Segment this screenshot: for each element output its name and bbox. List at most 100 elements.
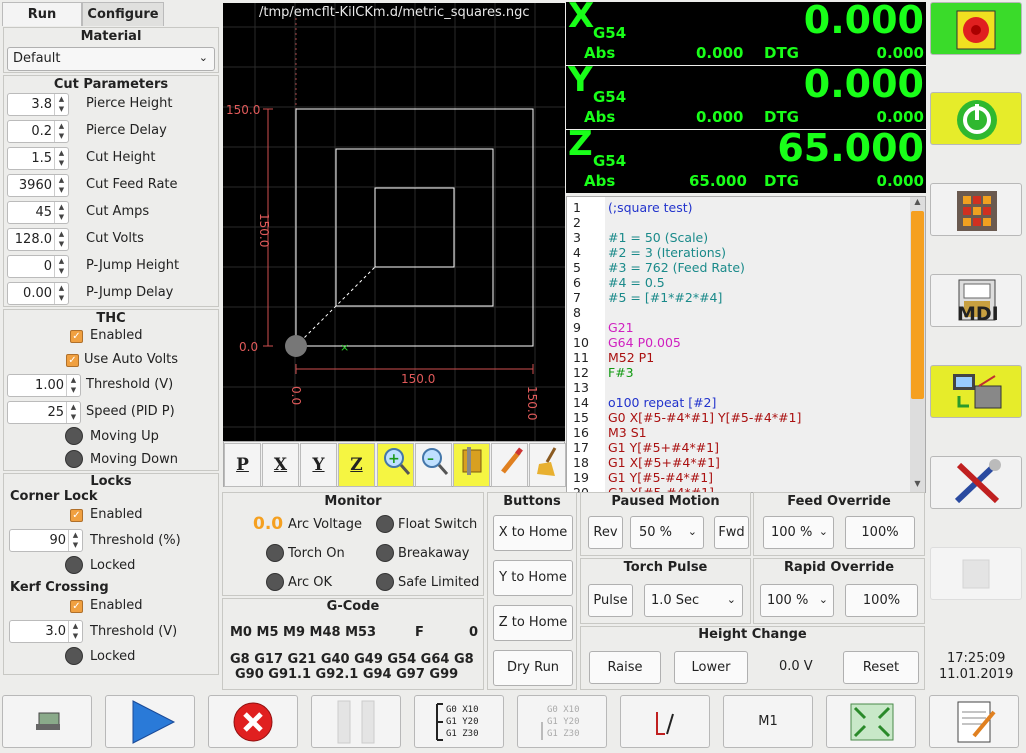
jog-button[interactable]	[930, 183, 1022, 236]
gcode-line[interactable]: G0 X[#5-#4*#1] Y[#5-#4*#1]	[608, 410, 801, 425]
optional-skip-button[interactable]	[620, 695, 710, 748]
estop-button[interactable]	[930, 2, 1022, 55]
mdi-button[interactable]: MDI	[930, 274, 1022, 327]
spinner-icon[interactable]: ▲ ▼	[54, 148, 68, 169]
scroll-down-icon[interactable]: ▼	[910, 479, 925, 492]
z-home-button[interactable]: Z to Home	[493, 605, 573, 641]
step-button[interactable]: G0 X10 G1 Y20 G1 Z30	[414, 695, 504, 748]
cut-param-input[interactable]: 3960 ▲ ▼	[7, 174, 69, 197]
power-button[interactable]	[930, 92, 1022, 145]
toolpath-preview[interactable]: 150.0 0.0 150.0 150.0 0.0 150.0 × /tmp/e…	[223, 3, 565, 441]
view-x-button[interactable]: X	[262, 443, 299, 487]
run-from-line-button[interactable]: G0 X10 G1 Y20 G1 Z30	[517, 695, 607, 748]
auto-volts-checkbox[interactable]: ✓	[66, 354, 79, 367]
gcode-line-number: 14	[573, 395, 589, 410]
tab-run[interactable]: Run	[2, 2, 82, 26]
feed-override-select[interactable]: 100 % ⌄	[763, 516, 834, 549]
cut-param-input[interactable]: 128.0 ▲ ▼	[7, 228, 69, 251]
gcode-line[interactable]: #5 = [#1*#2*#4]	[608, 290, 722, 305]
view-z-button[interactable]: Z	[338, 443, 375, 487]
pencil-button[interactable]	[491, 443, 528, 487]
edit-file-button[interactable]	[929, 695, 1019, 748]
gcode-scrollbar[interactable]: ▲ ▼	[910, 197, 925, 492]
run-button[interactable]	[105, 695, 195, 748]
thc-enabled-checkbox[interactable]: ✓	[70, 330, 83, 343]
gcode-text[interactable]: (;square test) #1 = 50 (Scale) #2 = 3 (Ite…	[605, 197, 910, 492]
pulse-time-select[interactable]: 1.0 Sec ⌄	[644, 584, 743, 617]
gcode-line[interactable]: G1 Y[#5+#4*#1]	[608, 440, 719, 455]
gcode-line[interactable]: G64 P0.005	[608, 335, 681, 350]
machine-button[interactable]	[930, 365, 1022, 418]
spinner-icon[interactable]: ▲ ▼	[54, 121, 68, 142]
fullscreen-button[interactable]	[826, 695, 916, 748]
gcode-line[interactable]: o100 repeat [#2]	[608, 395, 716, 410]
height-reset-button[interactable]: Reset	[843, 651, 919, 684]
x-home-button[interactable]: X to Home	[493, 515, 573, 551]
y-home-button[interactable]: Y to Home	[493, 560, 573, 596]
spinner-icon[interactable]: ▲ ▼	[54, 202, 68, 223]
rev-button[interactable]: Rev	[588, 516, 623, 549]
spinner-icon[interactable]: ▲ ▼	[54, 256, 68, 277]
stop-button[interactable]	[208, 695, 298, 748]
pulse-button[interactable]: Pulse	[588, 584, 633, 617]
cut-param-input[interactable]: 45 ▲ ▼	[7, 201, 69, 224]
fwd-button[interactable]: Fwd	[714, 516, 749, 549]
optional-stop-button[interactable]: M1	[723, 695, 813, 748]
pause-button[interactable]	[311, 695, 401, 748]
thc-speed-input[interactable]: 25 ▲ ▼	[7, 401, 81, 424]
kerf-enabled-checkbox[interactable]: ✓	[70, 600, 83, 613]
kerf-threshold-input[interactable]: 3.0 ▲ ▼	[9, 620, 83, 643]
spinner-icon[interactable]: ▲ ▼	[68, 621, 82, 642]
rapid-override-select[interactable]: 100 % ⌄	[760, 584, 834, 617]
raise-button[interactable]: Raise	[589, 651, 661, 684]
cut-param-input[interactable]: 0 ▲ ▼	[7, 255, 69, 278]
gcode-line[interactable]: M3 S1	[608, 425, 647, 440]
gcode-scroll-thumb[interactable]	[911, 211, 924, 399]
paused-speed-select[interactable]: 50 % ⌄	[630, 516, 704, 549]
scroll-up-icon[interactable]: ▲	[910, 197, 925, 210]
material-select[interactable]: Default ⌄	[7, 47, 215, 71]
corner-enabled-checkbox[interactable]: ✓	[70, 509, 83, 522]
gcode-line[interactable]: M52 P1	[608, 350, 654, 365]
view-p-button[interactable]: P	[224, 443, 261, 487]
view-y-button[interactable]: Y	[300, 443, 337, 487]
gcode-line[interactable]: G1 X[#5+#4*#1]	[608, 455, 720, 470]
cut-param-value: 128.0	[14, 232, 52, 247]
gcode-line[interactable]: G1 Y[#5-#4*#1]	[608, 470, 713, 485]
spinner-icon[interactable]: ▲ ▼	[54, 94, 68, 115]
rapid-reset-button[interactable]: 100%	[845, 584, 918, 617]
clear-button[interactable]	[529, 443, 566, 487]
gcode-line[interactable]: #4 = 0.5	[608, 275, 665, 290]
gcode-line[interactable]: #3 = 762 (Feed Rate)	[608, 260, 745, 275]
gcode-line[interactable]: #1 = 50 (Scale)	[608, 230, 708, 245]
corner-threshold-input[interactable]: 90 ▲ ▼	[9, 529, 83, 552]
cut-param-input[interactable]: 0.00 ▲ ▼	[7, 282, 69, 305]
spinner-icon[interactable]: ▲ ▼	[54, 229, 68, 250]
spinner-icon[interactable]: ▲ ▼	[54, 175, 68, 196]
lower-button[interactable]: Lower	[674, 651, 748, 684]
feed-reset-button[interactable]: 100%	[845, 516, 915, 549]
settings-button[interactable]	[930, 456, 1022, 509]
offsets-button[interactable]	[453, 443, 490, 487]
disabled-button[interactable]	[930, 547, 1022, 600]
zoom-in-button[interactable]: +	[377, 443, 414, 487]
spinner-icon[interactable]: ▲ ▼	[68, 530, 82, 551]
spinner-icon[interactable]: ▲ ▼	[66, 375, 80, 396]
preview-canvas[interactable]: 150.0 0.0 150.0 150.0 0.0 150.0 × /tmp/e…	[223, 3, 565, 441]
cut-param-input[interactable]: 3.8 ▲ ▼	[7, 93, 69, 116]
cut-param-input[interactable]: 0.2 ▲ ▼	[7, 120, 69, 143]
thc-threshold-input[interactable]: 1.00 ▲ ▼	[7, 374, 81, 397]
gcode-line[interactable]: #2 = 3 (Iterations)	[608, 245, 726, 260]
gcode-line[interactable]: F#3	[608, 365, 634, 380]
open-file-button[interactable]	[2, 695, 92, 748]
gcode-line[interactable]: G21	[608, 320, 634, 335]
dry-run-button[interactable]: Dry Run	[493, 650, 573, 686]
cut-param-input[interactable]: 1.5 ▲ ▼	[7, 147, 69, 170]
spinner-icon[interactable]: ▲ ▼	[54, 283, 68, 304]
gcode-line[interactable]: (;square test)	[608, 200, 693, 215]
gcode-view[interactable]: 1 2 3 4 5 6 7 8 9 10 11 12 13 14 15 16 17 18 19 20 (;square…	[566, 196, 926, 493]
zoom-out-button[interactable]: –	[415, 443, 452, 487]
tab-configure[interactable]: Configure	[82, 2, 164, 26]
spinner-icon[interactable]: ▲ ▼	[66, 402, 80, 423]
height-change-value: 0.0 V	[779, 659, 813, 674]
